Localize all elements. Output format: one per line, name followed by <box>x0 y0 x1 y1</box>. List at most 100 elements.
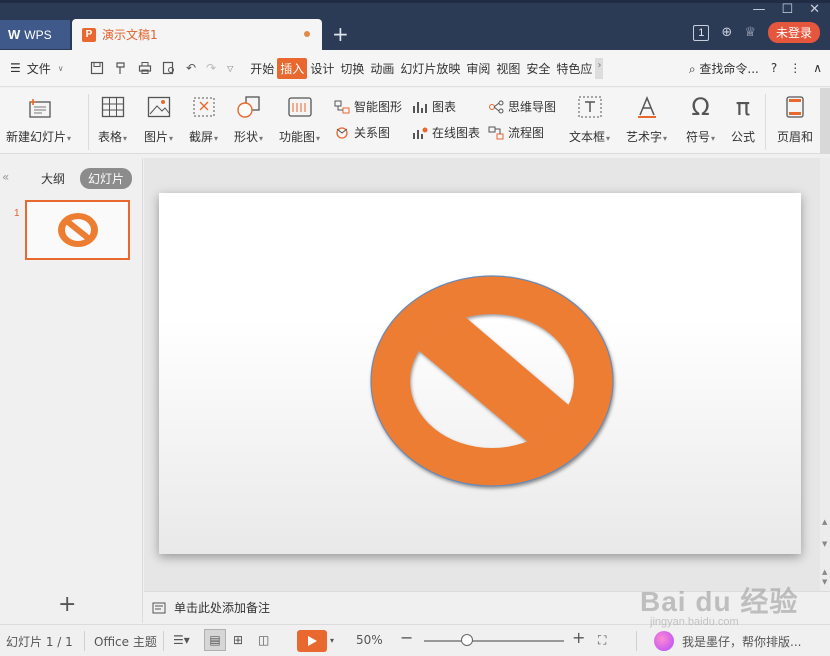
relation-chart-icon <box>336 126 348 139</box>
new-tab-button[interactable]: + <box>332 22 349 46</box>
help-button[interactable]: ? <box>771 61 777 75</box>
more-options-icon[interactable]: ⋮ <box>789 61 801 75</box>
more-tabs-chevron-icon[interactable]: › <box>595 57 604 79</box>
chart-button[interactable]: 图表 <box>412 98 456 115</box>
online-chart-button[interactable]: 在线图表 <box>412 124 480 141</box>
print-preview-icon[interactable] <box>162 61 176 75</box>
theme-name[interactable]: Office 主题 <box>94 633 157 650</box>
maximize-button[interactable]: ☐ <box>781 2 793 17</box>
tab-slideshow[interactable]: 幻灯片放映 <box>397 58 463 79</box>
scroll-down-arrow-icon[interactable]: ▼ <box>822 540 827 548</box>
header-footer-icon <box>786 96 804 118</box>
shape-label: 形状 <box>234 130 259 144</box>
zoom-level[interactable]: 50% <box>356 633 383 647</box>
chevron-down-icon: ▾ <box>214 134 219 143</box>
play-icon <box>308 636 317 646</box>
smart-graphic-button[interactable]: 智能图形 <box>334 98 402 115</box>
flowchart-button[interactable]: 流程图 <box>488 124 544 141</box>
chevron-down-icon: ▾ <box>316 134 321 143</box>
current-slide[interactable] <box>159 193 801 554</box>
wps-home-tab[interactable]: W WPS <box>0 20 70 49</box>
assistant-prompt[interactable]: 我是墨仔，帮你排版... <box>682 633 801 650</box>
tab-slides[interactable]: 幻灯片 <box>80 168 133 189</box>
slideshow-options-icon[interactable]: ▾ <box>330 636 334 645</box>
new-slide-icon <box>28 99 51 118</box>
table-button[interactable]: 表格▾ <box>98 92 127 145</box>
tab-insert[interactable]: 插入 <box>277 57 308 79</box>
document-tab[interactable]: P 演示文稿1 <box>72 19 322 50</box>
zoom-out-button[interactable]: − <box>400 628 413 647</box>
screenshot-label: 截屏 <box>189 130 214 144</box>
insert-ribbon: 新建幻灯片▾ 表格▾ 图片▾ 截屏▾ 形状▾ 功能图▾ 智能图形 关系图 图表 … <box>0 88 830 154</box>
file-menu[interactable]: ☰ 文件 ∨ <box>0 60 80 77</box>
relation-chart-button[interactable]: 关系图 <box>334 124 390 141</box>
wordart-button[interactable]: 艺术字▾ <box>626 92 667 145</box>
canvas-vertical-scrollbar[interactable]: ▲ ▼ ▲ ▼ <box>820 158 830 591</box>
tab-security[interactable]: 安全 <box>523 58 553 79</box>
notes-placeholder[interactable]: 单击此处添加备注 <box>174 599 270 616</box>
symbol-button[interactable]: Ω 符号▾ <box>686 92 715 145</box>
close-window-button[interactable]: ✕ <box>809 2 820 17</box>
zoom-slider-knob[interactable] <box>461 634 473 646</box>
save-icon[interactable] <box>90 61 104 75</box>
page-up-icon[interactable]: ▲ <box>822 568 827 576</box>
scissors-icon <box>193 97 215 117</box>
screenshot-button[interactable]: 截屏▾ <box>189 92 218 145</box>
play-slideshow-button[interactable] <box>297 630 327 652</box>
format-painter-icon[interactable] <box>114 61 128 75</box>
slide-graphics <box>370 275 614 487</box>
minimize-button[interactable]: — <box>752 2 765 17</box>
zoom-slider[interactable] <box>424 640 564 642</box>
new-slide-button[interactable]: 新建幻灯片▾ <box>6 92 71 145</box>
tab-outline[interactable]: 大纲 <box>33 168 73 189</box>
tab-design[interactable]: 设计 <box>307 58 337 79</box>
wps-home-label: WPS <box>24 27 52 42</box>
slide-canvas[interactable] <box>144 158 820 591</box>
slide-number: 1 <box>14 208 20 219</box>
ribbon-scroll-right-button[interactable] <box>820 88 830 154</box>
function-chart-button[interactable]: 功能图▾ <box>279 92 320 145</box>
collapse-ribbon-icon[interactable]: ∧ <box>813 61 822 75</box>
slide-thumbnail[interactable] <box>25 200 130 260</box>
shirt-icon[interactable]: ♕ <box>744 25 756 40</box>
notes-toggle-icon[interactable]: ☰▾ <box>173 633 190 647</box>
slide-sorter-icon[interactable]: ⊞ <box>233 633 243 647</box>
header-footer-button[interactable]: 页眉和 <box>777 92 813 145</box>
add-slide-button[interactable]: + <box>58 592 76 617</box>
assistant-avatar[interactable] <box>654 631 674 651</box>
formula-button[interactable]: π 公式 <box>731 92 755 145</box>
status-separator <box>84 631 85 651</box>
tab-animation[interactable]: 动画 <box>367 58 397 79</box>
skin-icon[interactable]: ⊕ <box>721 25 732 40</box>
chevron-down-icon: ▾ <box>123 134 128 143</box>
undo-icon[interactable]: ↶ <box>186 61 196 75</box>
tab-transition[interactable]: 切换 <box>337 58 367 79</box>
chart-label: 图表 <box>432 100 457 114</box>
tab-view[interactable]: 视图 <box>493 58 523 79</box>
picture-button[interactable]: 图片▾ <box>144 92 173 145</box>
tab-features[interactable]: 特色应 <box>553 58 595 79</box>
collapse-panel-icon[interactable]: « <box>2 170 9 184</box>
normal-view-icon[interactable]: ▤ <box>204 629 226 651</box>
formula-label: 公式 <box>731 130 756 144</box>
page-down-icon[interactable]: ▼ <box>822 578 827 586</box>
reading-view-icon[interactable]: ◫ <box>258 633 269 647</box>
textbox-button[interactable]: 文本框▾ <box>569 92 610 145</box>
tab-start[interactable]: 开始 <box>247 58 277 79</box>
omega-icon: Ω <box>691 93 710 121</box>
mind-map-button[interactable]: 思维导图 <box>488 98 556 115</box>
customize-toolbar-icon[interactable]: ▽ <box>227 64 233 73</box>
online-chart-icon <box>413 127 428 139</box>
redo-icon[interactable]: ↷ <box>206 61 216 75</box>
shape-button[interactable]: 形状▾ <box>234 92 263 145</box>
print-icon[interactable] <box>138 61 152 75</box>
tab-review[interactable]: 审阅 <box>463 58 493 79</box>
window-count-badge[interactable]: 1 <box>693 24 710 41</box>
no-symbol-thumbnail-icon <box>57 213 98 247</box>
scroll-up-arrow-icon[interactable]: ▲ <box>822 518 827 526</box>
fit-to-window-icon[interactable]: ⛶ <box>598 633 606 648</box>
zoom-in-button[interactable]: + <box>572 628 585 647</box>
command-search[interactable]: ⌕ 查找命令... <box>689 60 759 77</box>
function-chart-icon <box>287 97 312 117</box>
login-button[interactable]: 未登录 <box>767 22 820 43</box>
